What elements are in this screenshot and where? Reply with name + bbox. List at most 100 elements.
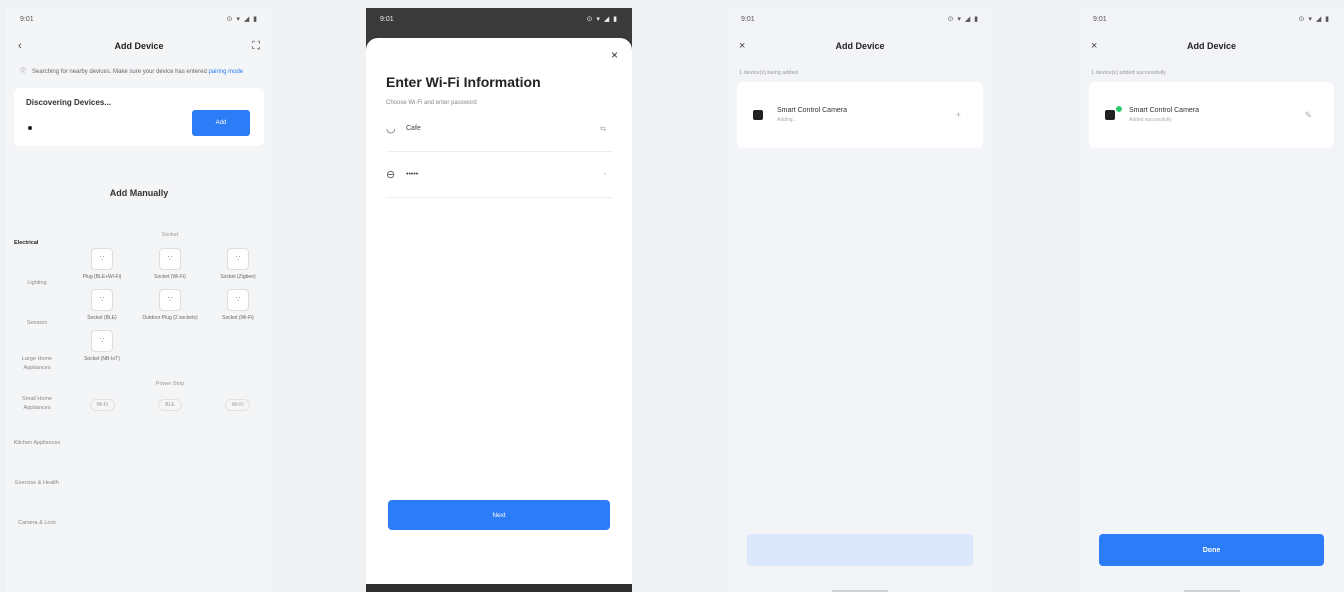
loading-dot [28,125,32,130]
filter-chip[interactable]: Wi-Fi [224,398,251,411]
device-label: Outdoor Plug (2 sockets) [142,314,198,321]
filter-chip[interactable]: BLE [158,398,182,411]
status-bar: 9:01 ⊙ ▾ ◢ ▮ [727,8,993,30]
info-icon: ⓘ [20,69,27,75]
category-list: Electrical Lighting Sensors Large Home A… [6,224,68,544]
search-notice: ⓘ Searching for nearby devices. Make sur… [6,62,272,88]
close-icon[interactable]: × [739,40,745,52]
device-label: Socket (Zigbee) [220,273,256,280]
device-status: Adding... [777,117,797,123]
device-name: Smart Control Camera [1129,107,1200,114]
add-button[interactable]: Add [192,109,250,136]
status-time: 9:01 [20,15,34,23]
group-label: Socket [161,231,179,238]
discovering-card: Discovering Devices... Add [14,87,264,146]
device-label: Socket (Wi-Fi) [222,314,254,321]
device-grid: ∵ Plug (BLE+Wi-Fi) ∵ Socket (Wi-Fi) ∵ Socke… [68,247,272,363]
nav-bar: × Add Device [1079,30,1344,62]
category-item[interactable]: Large Home Appliances [6,344,68,384]
page-title: Add Device [1186,41,1237,51]
success-check-icon [1115,105,1123,113]
plug-icon: ∵ [91,329,113,352]
camera-icon [753,110,763,120]
done-button-disabled [747,534,973,566]
edit-icon[interactable]: ✎ [1304,110,1312,121]
category-item[interactable]: Sensors [6,304,68,344]
status-time: 9:01 [380,15,394,23]
category-item[interactable]: Kitchen Appliances [6,424,68,464]
device-label: Socket (NB-IoT) [84,355,120,362]
close-icon[interactable]: × [1091,40,1097,52]
category-item[interactable]: Lighting [6,264,68,304]
device-tile[interactable]: ∵ Socket (Wi-Fi) [136,247,204,281]
status-icons: ⊙ ▾ ◢ ▮ [226,16,258,23]
category-item[interactable]: Exercise & Health [6,464,68,504]
device-tile[interactable]: ∵ Socket (Wi-Fi) [204,288,272,322]
category-area: Electrical Lighting Sensors Large Home A… [6,224,272,544]
password-field[interactable]: ⊖ ••••• ◦ [386,152,612,198]
plug-icon: ∵ [159,247,181,270]
sheet-title: Enter Wi-Fi Information [386,74,541,90]
device-tile[interactable]: ∵ Plug (BLE+Wi-Fi) [68,247,136,281]
status-bar: 9:01 ⊙ ▾ ◢ ▮ [6,8,272,30]
status-icons: ⊙ ▾ ◢ ▮ [947,16,979,23]
device-tile[interactable]: ∵ Socket (BLE) [68,288,136,322]
screen-adding-device: 9:01 ⊙ ▾ ◢ ▮ × Add Device 1 device(s) be… [727,8,993,592]
group-label: Power Strip [155,380,185,387]
password-value: ••••• [406,171,419,178]
device-label: Plug (BLE+Wi-Fi) [82,273,122,280]
device-card: Smart Control Camera Adding... + [737,82,983,148]
screen-add-device-search: 9:01 ⊙ ▾ ◢ ▮ ‹ Add Device ⛶ ⓘ Searching … [6,8,272,592]
next-button[interactable]: Next [388,500,610,530]
screen-device-added: 9:01 ⊙ ▾ ◢ ▮ × Add Device 1 device(s) ad… [1079,8,1344,592]
switch-network-icon[interactable]: ⇆ [600,125,606,133]
notice-text: Searching for nearby devices. Make sure … [32,69,207,75]
page-title: Add Device [114,41,164,51]
status-bar: 9:01 ⊙ ▾ ◢ ▮ [366,8,632,30]
screen-wifi-info: 9:01 ⊙ ▾ ◢ ▮ × Enter Wi-Fi Information C… [366,8,632,592]
home-bar [366,584,632,592]
device-name: Smart Control Camera [777,107,848,114]
category-item[interactable]: Electrical [6,224,68,264]
plug-icon: ∵ [91,288,113,311]
filter-chip[interactable]: Wi-Fi [89,398,116,411]
plug-icon: ∵ [227,288,249,311]
camera-icon [1105,105,1123,120]
power-strip-row: Wi-Fi BLE Wi-Fi [68,398,272,411]
status-bar: 9:01 ⊙ ▾ ◢ ▮ [1079,8,1344,30]
progress-caption: 1 device(s) added successfully [1091,70,1166,76]
progress-caption: 1 device(s) being added [739,70,798,76]
status-time: 9:01 [1093,15,1107,23]
status-time: 9:01 [741,15,755,23]
category-item[interactable]: Camera & Lock [6,504,68,544]
discovering-title: Discovering Devices... [26,97,111,107]
device-label: Socket (BLE) [87,314,117,321]
scan-icon[interactable]: ⛶ [252,40,260,53]
status-icons: ⊙ ▾ ◢ ▮ [1298,16,1330,23]
device-card[interactable]: Smart Control Camera Added successfully … [1089,82,1334,148]
close-icon[interactable]: × [611,48,618,62]
pairing-mode-link[interactable]: pairing mode [208,69,243,75]
device-tile[interactable]: ∵ Socket (NB-IoT) [68,329,136,363]
page-title: Add Device [835,41,885,51]
loading-icon: + [955,110,961,120]
wifi-icon: ◡ [386,123,396,135]
wifi-field[interactable]: ◡ Cafe ⇆ [386,106,612,152]
wifi-sheet: × Enter Wi-Fi Information Choose Wi-Fi a… [366,38,632,584]
nav-bar: ‹ Add Device ⛶ [6,30,272,62]
add-manually-title: Add Manually [109,187,169,198]
plug-icon: ∵ [159,288,181,311]
device-label: Socket (Wi-Fi) [154,273,186,280]
category-item[interactable]: Small Home Appliances [6,384,68,424]
nav-bar: × Add Device [727,30,993,62]
plug-icon: ∵ [227,247,249,270]
done-button[interactable]: Done [1099,534,1324,566]
device-tile[interactable]: ∵ Outdoor Plug (2 sockets) [136,288,204,322]
device-status: Added successfully [1129,117,1172,123]
device-tile[interactable]: ∵ Socket (Zigbee) [204,247,272,281]
plug-icon: ∵ [91,247,113,270]
wifi-value: Cafe [406,125,421,132]
back-icon[interactable]: ‹ [18,40,22,52]
status-icons: ⊙ ▾ ◢ ▮ [586,16,618,23]
show-password-icon[interactable]: ◦ [604,171,606,178]
